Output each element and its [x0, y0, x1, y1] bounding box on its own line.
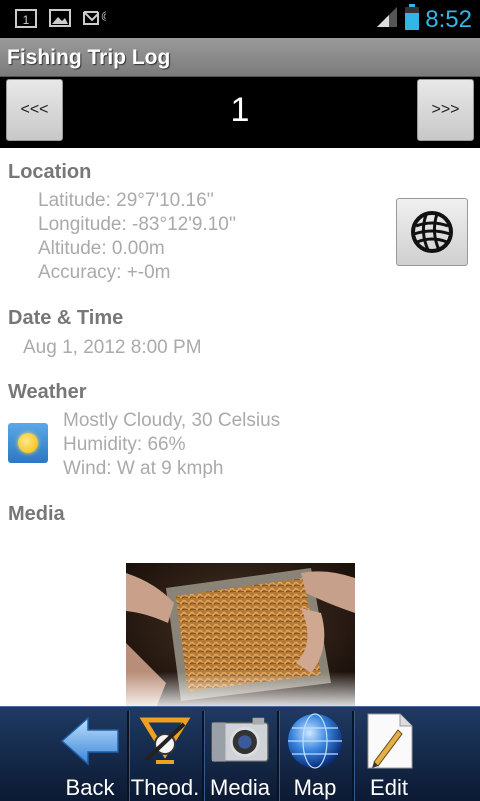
signal-icon	[375, 5, 399, 34]
next-record-button[interactable]: >>>	[417, 79, 474, 141]
globe-icon	[411, 211, 453, 253]
sunny-weather-icon	[8, 423, 48, 463]
record-navigation: <<< 1 >>>	[0, 77, 480, 148]
back-button[interactable]: Back	[58, 707, 122, 801]
theodolite-label: Theod.	[130, 775, 200, 800]
edit-pencil-icon	[359, 713, 419, 769]
weather-condition-text: Mostly Cloudy, 30 Celsius	[63, 410, 281, 431]
humidity-text: Humidity: 66%	[63, 434, 186, 455]
battery-icon	[405, 4, 420, 35]
image-icon	[48, 8, 72, 28]
calendar-day: 1	[23, 13, 30, 27]
missed-message-icon: @	[82, 8, 106, 28]
map-button[interactable]: Map	[282, 707, 348, 801]
longitude-text: Longitude: -83°12'9.10''	[38, 214, 237, 235]
datetime-heading: Date & Time	[8, 307, 124, 329]
notification-icons: 1 @	[14, 8, 106, 28]
show-location-button[interactable]	[396, 198, 468, 266]
weather-heading: Weather	[8, 381, 87, 403]
accuracy-text: Accuracy: +-0m	[38, 262, 171, 283]
media-heading: Media	[8, 503, 65, 525]
back-label: Back	[65, 775, 115, 800]
record-number: 1	[230, 91, 250, 129]
location-heading: Location	[8, 161, 92, 183]
camera-icon	[210, 713, 270, 769]
wind-text: Wind: W at 9 kmph	[63, 458, 224, 479]
map-label: Map	[293, 775, 337, 800]
media-button[interactable]: Media	[205, 707, 275, 801]
back-arrow-icon	[60, 713, 120, 769]
status-bar: 1 @ 8:52	[0, 0, 480, 38]
edit-button[interactable]: Edit	[356, 707, 422, 801]
datetime-text: Aug 1, 2012 8:00 PM	[23, 337, 202, 358]
theodolite-button[interactable]: Theod.	[130, 707, 200, 801]
calendar-icon: 1	[14, 8, 38, 28]
bottom-toolbar: Back Theod. Media Map Edit	[0, 706, 480, 801]
svg-text:@: @	[101, 11, 106, 22]
app-title: Fishing Trip Log	[7, 46, 171, 69]
globe-icon	[285, 713, 345, 769]
clock: 8:52	[425, 5, 472, 33]
altitude-text: Altitude: 0.00m	[38, 238, 165, 259]
edit-label: Edit	[370, 775, 408, 800]
theodolite-icon	[135, 713, 195, 769]
latitude-text: Latitude: 29°7'10.16''	[38, 190, 214, 211]
title-bar: Fishing Trip Log	[0, 38, 480, 77]
media-label: Media	[210, 775, 270, 800]
bait-tray-photo[interactable]	[126, 563, 355, 708]
